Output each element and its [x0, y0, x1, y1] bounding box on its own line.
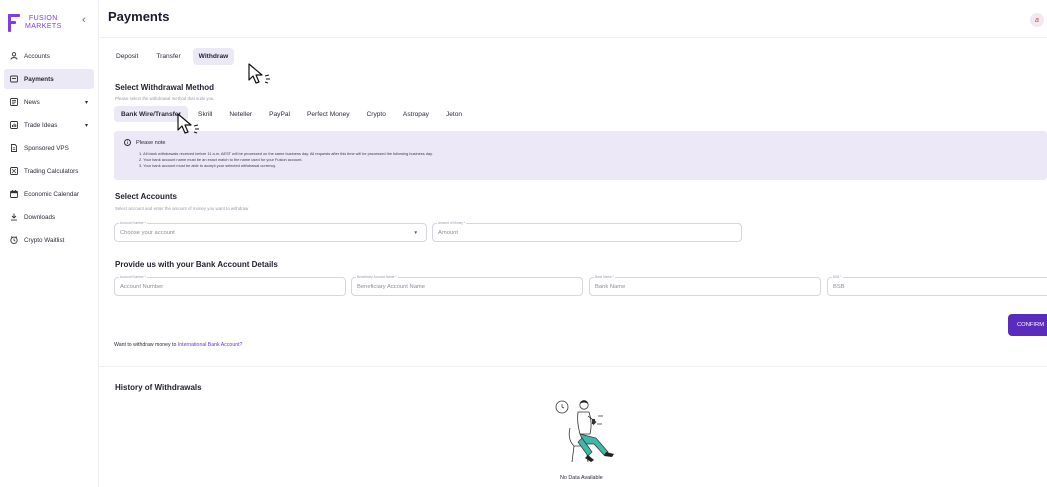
tab-withdraw[interactable]: Withdraw — [192, 48, 235, 65]
sidebar-item-label: Economic Calendar — [24, 190, 79, 198]
sidebar: FUSION MARKETS ‹ Accounts Payments News … — [0, 0, 99, 487]
section-divider — [99, 366, 1047, 367]
empty-state-text: No Data Available — [560, 475, 603, 481]
sidebar-item-label: Trading Calculators — [24, 167, 79, 175]
sidebar-item-label: Trade Ideas — [24, 121, 58, 129]
sidebar-item-downloads[interactable]: Downloads — [4, 207, 94, 227]
method-crypto[interactable]: Crypto — [360, 106, 393, 122]
history-title: History of Withdrawals — [115, 383, 202, 392]
withdrawal-method-title: Select Withdrawal Method — [115, 83, 215, 92]
chevron-left-icon[interactable]: ‹ — [82, 15, 92, 26]
please-note-box: i Please note 1. All bank withdrawals re… — [114, 131, 1047, 180]
sidebar-item-accounts[interactable]: Accounts — [4, 46, 94, 66]
bank-name-field[interactable]: Bank Name * Bank Name — [589, 275, 821, 296]
chevron-down-icon: ▾ — [84, 99, 88, 106]
payment-tabs: Deposit Transfer Withdraw — [110, 48, 235, 65]
select-accounts-subtitle: Select account and enter the amount of m… — [115, 206, 249, 211]
clock-icon — [9, 236, 18, 245]
bsb-field[interactable]: BSB * BSB — [827, 275, 1047, 296]
note-title: Please note — [136, 139, 166, 146]
avatar[interactable]: a — [1030, 13, 1044, 27]
sidebar-item-news[interactable]: News ▾ — [4, 92, 94, 112]
tab-transfer[interactable]: Transfer — [150, 48, 186, 65]
sidebar-item-label: Crypto Waitlist — [24, 236, 65, 244]
mouse-cursor-icon — [248, 63, 270, 84]
header-divider — [99, 37, 1047, 38]
sidebar-item-trade-ideas[interactable]: Trade Ideas ▾ — [4, 115, 94, 135]
account-select-value: Choose your account — [120, 230, 175, 236]
sidebar-item-economic-calendar[interactable]: Economic Calendar — [4, 184, 94, 204]
sidebar-item-label: Downloads — [24, 213, 56, 221]
amount-field-label: Amount of Money * — [437, 221, 467, 225]
sidebar-item-trading-calculators[interactable]: Trading Calculators — [4, 161, 94, 181]
bsb-label: BSB * — [832, 275, 843, 279]
sidebar-nav: Accounts Payments News ▾ Trade Ideas ▾ S… — [4, 46, 94, 253]
account-select-label: Account Number * — [119, 221, 147, 225]
beneficiary-name-label: Beneficiary Account Name * — [356, 275, 398, 279]
card-icon — [9, 75, 18, 84]
calendar-icon — [9, 190, 18, 199]
note-line: 3. Your bank account must be able to acc… — [139, 162, 277, 168]
account-number-field[interactable]: Account Number * Account Number — [114, 275, 346, 296]
withdrawal-method-subtitle: Please select the withdrawal method that… — [115, 96, 215, 101]
download-icon — [9, 213, 18, 222]
confirm-button[interactable]: CONFIRM — [1008, 314, 1047, 336]
bank-details-title: Provide us with your Bank Account Detail… — [115, 260, 278, 269]
method-astropay[interactable]: Astropay — [396, 106, 436, 122]
brand-logo-icon — [8, 14, 20, 32]
international-prompt: Want to withdraw money to — [114, 342, 178, 348]
bsb-placeholder: BSB — [833, 284, 845, 290]
brand-line1: FUSION — [28, 15, 58, 22]
empty-state-illustration — [555, 400, 614, 463]
account-number-label: Account Number * — [119, 275, 147, 279]
brand-line2: MARKETS — [25, 23, 62, 30]
sidebar-item-crypto-waitlist[interactable]: Crypto Waitlist — [4, 230, 94, 250]
beneficiary-name-field[interactable]: Beneficiary Account Name * Beneficiary A… — [351, 275, 583, 296]
sidebar-item-label: Sponsored VPS — [24, 144, 69, 152]
news-icon — [9, 98, 18, 107]
amount-field-placeholder: Amount — [438, 230, 458, 236]
note-line: 1. All bank withdrawals received before … — [139, 151, 433, 156]
chevron-down-icon: ▾ — [84, 122, 88, 129]
international-bank-link[interactable]: International Bank Account? — [178, 342, 243, 348]
sidebar-item-label: Accounts — [24, 52, 50, 60]
page-title: Payments — [108, 9, 170, 24]
note-header: i Please note — [124, 139, 166, 146]
brand-name: FUSION MARKETS — [25, 15, 62, 31]
withdrawal-methods: Bank Wire/Transfer Skrill Neteller PayPa… — [114, 106, 469, 122]
app-root: FUSION MARKETS ‹ Accounts Payments News … — [0, 0, 1047, 487]
sidebar-item-sponsored-vps[interactable]: Sponsored VPS — [4, 138, 94, 158]
account-number-placeholder: Account Number — [120, 284, 164, 290]
note-lines: 1. All bank withdrawals received before … — [139, 151, 433, 168]
bank-name-label: Bank Name * — [594, 275, 615, 279]
method-perfect-money[interactable]: Perfect Money — [300, 106, 357, 122]
method-paypal[interactable]: PayPal — [262, 106, 297, 122]
method-jeton[interactable]: Jeton — [439, 106, 469, 122]
chart-icon — [9, 121, 18, 130]
brand-logo[interactable]: FUSION MARKETS — [8, 10, 76, 36]
mouse-cursor-icon — [177, 113, 199, 134]
amount-field[interactable]: Amount of Money * Amount — [432, 221, 742, 242]
caret-down-icon: ▼ — [413, 230, 418, 235]
method-neteller[interactable]: Neteller — [222, 106, 259, 122]
tab-deposit[interactable]: Deposit — [110, 48, 144, 65]
document-icon — [9, 144, 18, 153]
account-select[interactable]: Account Number * Choose your account ▼ — [114, 221, 427, 242]
user-icon — [9, 52, 18, 61]
sidebar-item-label: News — [24, 98, 40, 106]
bank-name-placeholder: Bank Name — [595, 284, 626, 290]
beneficiary-name-placeholder: Beneficiary Account Name — [357, 284, 425, 290]
sidebar-item-label: Payments — [24, 75, 54, 83]
calculator-icon — [9, 167, 18, 176]
info-icon: i — [124, 139, 131, 146]
sidebar-item-payments[interactable]: Payments — [4, 69, 94, 89]
international-withdraw-text: Want to withdraw money to International … — [114, 342, 242, 348]
select-accounts-title: Select Accounts — [115, 192, 177, 201]
